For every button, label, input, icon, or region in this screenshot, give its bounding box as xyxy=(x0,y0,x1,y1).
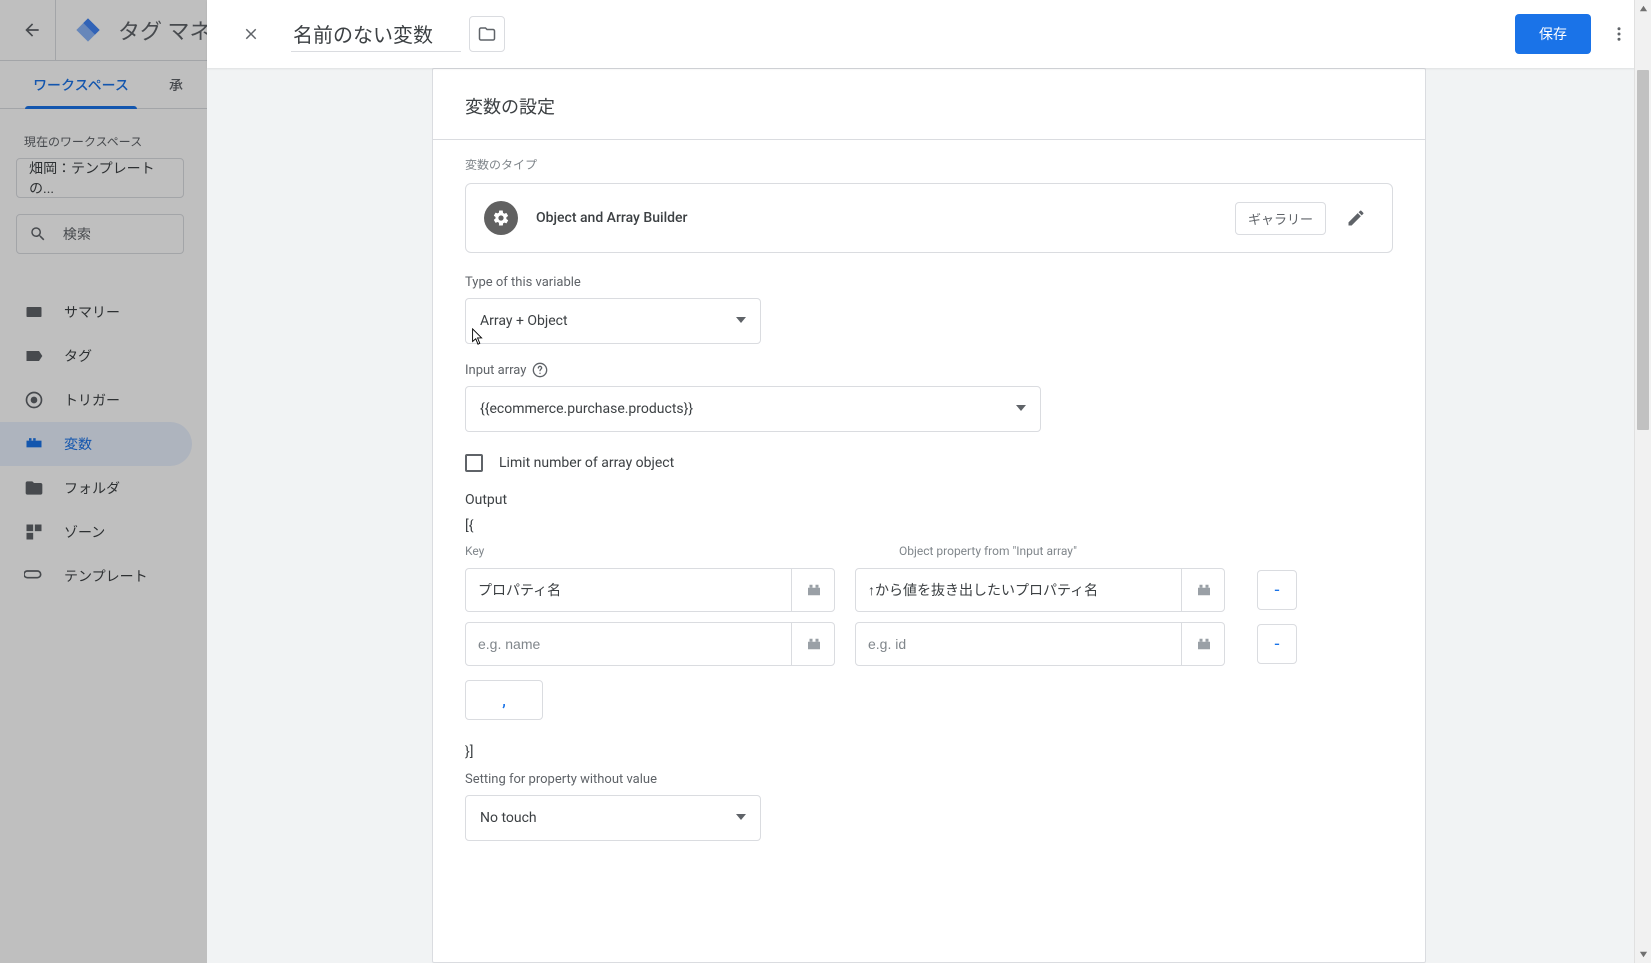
nav-summary[interactable]: サマリー xyxy=(0,290,192,334)
variable-icon xyxy=(24,434,44,454)
prop-column-label: Object property from "Input array" xyxy=(899,544,1077,558)
gtm-sidebar: 現在のワークスペース 畑岡：テンプレートの... 検索 サマリー タグ トリガー xyxy=(0,109,200,598)
nav-list: サマリー タグ トリガー 変数 フォルダ ゾーン xyxy=(0,282,200,598)
more-button[interactable] xyxy=(1599,14,1639,54)
workspace-label: 現在のワークスペース xyxy=(8,125,192,158)
variable-type-selector[interactable]: Object and Array Builder ギャラリー xyxy=(465,183,1393,253)
dashboard-icon xyxy=(24,302,44,322)
remove-row-button[interactable]: - xyxy=(1257,624,1297,664)
gallery-button[interactable]: ギャラリー xyxy=(1235,202,1326,235)
folder-button[interactable] xyxy=(469,16,505,52)
nav-tags[interactable]: タグ xyxy=(0,334,192,378)
caret-down-icon xyxy=(1016,403,1026,413)
limit-checkbox-row[interactable]: Limit number of array object xyxy=(465,454,1393,472)
zone-icon xyxy=(24,522,44,542)
prop-input-1[interactable] xyxy=(855,568,1225,612)
close-brace: }] xyxy=(465,744,1393,760)
prop-input-2[interactable] xyxy=(855,622,1225,666)
workspace-name: 畑岡：テンプレートの... xyxy=(29,158,171,198)
open-brace: [{ xyxy=(465,518,1393,534)
scroll-up-button[interactable] xyxy=(1635,0,1651,17)
arrow-back-icon xyxy=(22,20,42,40)
caret-down-icon xyxy=(736,315,746,325)
limit-label: Limit number of array object xyxy=(499,455,674,471)
nav-variables[interactable]: 変数 xyxy=(0,422,192,466)
modal-body: 変数の設定 変数のタイプ Object and Array Builder ギャ… xyxy=(207,68,1651,963)
output-label: Output xyxy=(465,492,1393,508)
variable-name-input[interactable] xyxy=(291,16,461,52)
setting-label: Setting for property without value xyxy=(465,772,1393,787)
variable-config-card: 変数の設定 変数のタイプ Object and Array Builder ギャ… xyxy=(432,68,1426,963)
save-button[interactable]: 保存 xyxy=(1515,14,1591,54)
setting-value: No touch xyxy=(480,810,537,826)
type-select[interactable]: Array + Object xyxy=(465,298,761,344)
card-title: 変数の設定 xyxy=(433,69,1425,140)
input-array-value: {{ecommerce.purchase.products}} xyxy=(480,401,693,417)
kv-row: - xyxy=(465,568,1393,612)
folder-icon xyxy=(24,478,44,498)
nav-triggers[interactable]: トリガー xyxy=(0,378,192,422)
folder-icon xyxy=(478,25,496,43)
checkbox-icon xyxy=(465,454,483,472)
tab-workspace[interactable]: ワークスペース xyxy=(25,61,137,109)
nav-folders[interactable]: フォルダ xyxy=(0,466,192,510)
insert-variable-button[interactable] xyxy=(791,568,835,612)
gear-icon xyxy=(492,209,510,227)
lego-icon xyxy=(805,581,823,599)
template-icon xyxy=(24,566,44,586)
insert-variable-button[interactable] xyxy=(1181,622,1225,666)
scroll-thumb[interactable] xyxy=(1637,70,1649,430)
kv-row: - xyxy=(465,622,1393,666)
insert-variable-button[interactable] xyxy=(1181,568,1225,612)
key-input-1[interactable] xyxy=(465,568,835,612)
lego-icon xyxy=(1195,581,1213,599)
lego-icon xyxy=(805,635,823,653)
variable-type-name: Object and Array Builder xyxy=(536,210,688,226)
input-array-select[interactable]: {{ecommerce.purchase.products}} xyxy=(465,386,1041,432)
edit-type-button[interactable] xyxy=(1338,200,1374,236)
gtm-logo-icon xyxy=(74,16,102,44)
remove-row-button[interactable]: - xyxy=(1257,570,1297,610)
nav-templates[interactable]: テンプレート xyxy=(0,554,192,598)
type-value: Array + Object xyxy=(480,313,568,329)
variable-type-label: 変数のタイプ xyxy=(465,156,1393,173)
caret-down-icon xyxy=(736,812,746,822)
workspace-selector[interactable]: 畑岡：テンプレートの... xyxy=(16,158,184,198)
kv-header: Key Object property from "Input array" xyxy=(465,544,1393,558)
lego-icon xyxy=(1195,635,1213,653)
scroll-down-button[interactable] xyxy=(1635,946,1651,963)
vertical-scrollbar[interactable] xyxy=(1634,0,1651,963)
setting-select[interactable]: No touch xyxy=(465,795,761,841)
variable-editor-modal: 保存 変数の設定 変数のタイプ Object and Array Builder… xyxy=(207,0,1651,963)
key-input-2[interactable] xyxy=(465,622,835,666)
type-of-variable-label: Type of this variable xyxy=(465,275,1393,290)
input-array-label: Input array xyxy=(465,362,1393,378)
search-icon xyxy=(29,225,47,243)
gear-badge xyxy=(484,201,518,235)
tag-icon xyxy=(24,346,44,366)
back-button[interactable] xyxy=(8,0,56,60)
close-icon xyxy=(242,25,260,43)
modal-header: 保存 xyxy=(207,0,1651,68)
help-icon[interactable] xyxy=(532,362,548,378)
app-title: タグ マネ xyxy=(118,14,211,46)
add-row-button[interactable]: , xyxy=(465,680,543,720)
nav-zones[interactable]: ゾーン xyxy=(0,510,192,554)
key-column-label: Key xyxy=(465,544,899,558)
close-button[interactable] xyxy=(231,14,271,54)
tab-versions[interactable]: 承 xyxy=(161,61,191,109)
trigger-icon xyxy=(24,390,44,410)
pencil-icon xyxy=(1346,208,1366,228)
more-vert-icon xyxy=(1610,25,1628,43)
search-box[interactable]: 検索 xyxy=(16,214,184,254)
search-placeholder: 検索 xyxy=(63,224,91,244)
insert-variable-button[interactable] xyxy=(791,622,835,666)
